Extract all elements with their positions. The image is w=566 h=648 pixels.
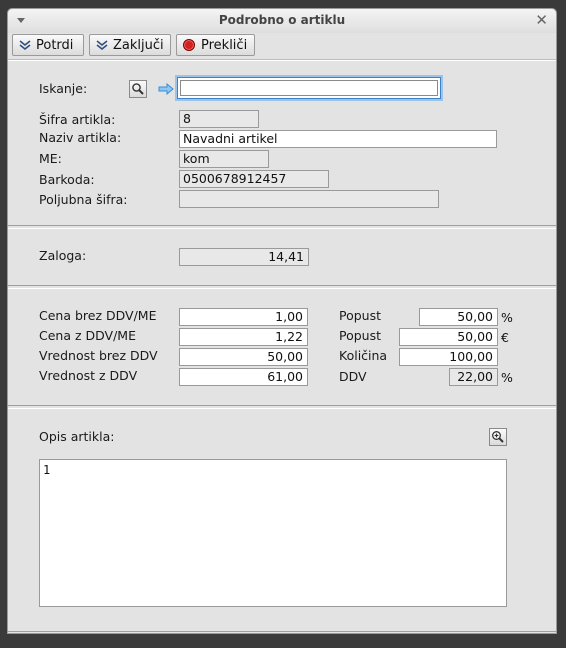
description-label: Opis artikla: xyxy=(39,429,115,444)
barcode-label: Barkoda: xyxy=(39,172,95,187)
title-bar: Podrobno o artiklu ✕ xyxy=(8,9,556,34)
price-gross-field[interactable]: 1,22 xyxy=(179,328,308,346)
cancel-button[interactable]: Prekliči xyxy=(176,34,255,56)
search-field[interactable] xyxy=(180,80,438,96)
name-field[interactable]: Navadni artikel xyxy=(179,130,497,148)
stock-label: Zaloga: xyxy=(39,248,87,263)
finish-button[interactable]: Zaključi xyxy=(89,34,171,56)
close-icon[interactable]: ✕ xyxy=(535,11,548,29)
discount-pct-label: Popust xyxy=(339,308,382,323)
window-title: Podrobno o artiklu xyxy=(218,13,346,27)
code-field: 8 xyxy=(179,110,259,128)
quantity-field[interactable]: 100,00 xyxy=(399,348,498,366)
toolbar: Potrdi Zaključi Prekliči xyxy=(8,33,556,60)
finish-label: Zaključi xyxy=(113,37,164,53)
value-net-label: Vrednost brez DDV xyxy=(39,348,158,363)
stock-field: 14,41 xyxy=(179,248,309,266)
discount-eur-label: Popust xyxy=(339,328,382,343)
arrow-right-icon xyxy=(158,83,174,95)
search-label: Iskanje: xyxy=(39,81,88,96)
custom-code-label: Poljubna šifra: xyxy=(39,192,128,207)
value-gross-field[interactable]: 61,00 xyxy=(179,368,308,386)
cancel-label: Prekliči xyxy=(201,37,248,53)
vat-unit: % xyxy=(501,370,513,385)
unit-field: kom xyxy=(179,150,269,168)
price-gross-label: Cena z DDV/ME xyxy=(39,328,136,343)
vat-label: DDV xyxy=(339,369,367,384)
quantity-label: Količina xyxy=(339,348,388,363)
value-net-field[interactable]: 50,00 xyxy=(179,348,308,366)
discount-pct-field[interactable]: 50,00 xyxy=(419,308,498,326)
zoom-plus-icon[interactable] xyxy=(489,428,507,446)
stop-icon xyxy=(183,39,195,51)
confirm-button[interactable]: Potrdi xyxy=(12,34,84,56)
custom-code-field xyxy=(179,190,439,208)
name-label: Naziv artikla: xyxy=(39,130,122,145)
pricing-section xyxy=(8,288,556,406)
barcode-field: 0500678912457 xyxy=(179,170,329,188)
article-details-window: Podrobno o artiklu ✕ Potrdi Zaključi Pre… xyxy=(7,8,557,634)
vat-field: 22,00 xyxy=(449,368,498,386)
description-textarea[interactable]: 1 xyxy=(39,459,507,607)
unit-label: ME: xyxy=(39,151,62,166)
discount-eur-field[interactable]: 50,00 xyxy=(399,328,498,346)
chevron-down-icon xyxy=(19,40,31,51)
chevron-down-icon xyxy=(96,40,108,51)
discount-eur-unit: € xyxy=(501,330,509,345)
magnifier-icon[interactable] xyxy=(129,80,147,98)
price-net-label: Cena brez DDV/ME xyxy=(39,308,157,323)
discount-pct-unit: % xyxy=(501,310,513,325)
code-label: Šifra artikla: xyxy=(39,112,116,127)
search-input[interactable] xyxy=(177,77,441,99)
price-net-field[interactable]: 1,00 xyxy=(179,308,308,326)
confirm-label: Potrdi xyxy=(36,37,74,53)
value-gross-label: Vrednost z DDV xyxy=(39,368,138,383)
